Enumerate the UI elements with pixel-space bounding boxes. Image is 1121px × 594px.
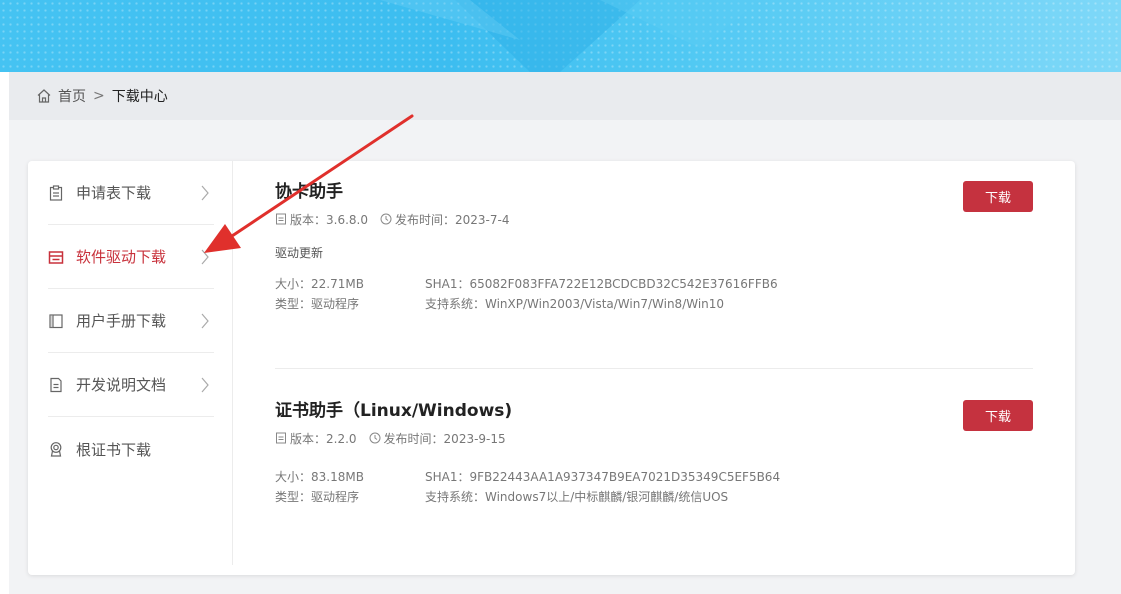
download-meta: 版本：3.6.8.0 发布时间：2023-7-4 (275, 210, 1033, 228)
size-text: 大小：22.71MB (275, 277, 364, 291)
chevron-right-icon (201, 313, 209, 328)
chevron-right-icon (201, 249, 209, 264)
clipboard-icon (49, 184, 63, 201)
sidebar-item-dev-docs[interactable]: 开发说明文档 (48, 353, 214, 417)
download-meta: 版本：2.2.0 发布时间：2023-9-15 (275, 429, 1033, 447)
sidebar-item-label: 用户手册下载 (76, 312, 167, 330)
sha1-text: SHA1：65082F083FFA722E12BCDCBD32C542E3761… (425, 277, 778, 291)
book-icon (49, 313, 63, 328)
breadcrumb-bar: 首页 > 下载中心 (9, 72, 1121, 120)
release-date-text: 发布时间：2023-7-4 (394, 212, 510, 227)
sidebar-item-software-drivers[interactable]: 软件驱动下载 (48, 225, 214, 289)
download-title: 协卡助手 (275, 182, 343, 202)
supported-systems-text: 支持系统：Windows7以上/中标麒麟/银河麒麟/统信UOS (425, 490, 729, 504)
spec-row: 类型：驱动程序 支持系统：WinXP/Win2003/Vista/Win7/Wi… (275, 294, 1033, 314)
sidebar-item-label: 开发说明文档 (76, 376, 167, 394)
home-icon[interactable] (36, 88, 52, 104)
sha1-text: SHA1：9FB22443AA1A937347B9EA7021D35349C5E… (425, 470, 781, 484)
download-center-card: 申请表下载 软件驱动下载 用户手册下载 开发说明文档 根证书下载 协卡助手 版本… (28, 161, 1075, 575)
file-icon (276, 432, 286, 444)
download-item: 证书助手（Linux/Windows) 版本：2.2.0 发布时间：2023-9… (275, 399, 1033, 507)
spec-row: 大小：83.18MB SHA1：9FB22443AA1A937347B9EA70… (275, 467, 1033, 487)
sidebar-item-label: 软件驱动下载 (76, 248, 167, 266)
size-text: 大小：83.18MB (275, 470, 364, 484)
printer-icon (48, 250, 64, 264)
clock-icon (369, 432, 381, 444)
sidebar-item-label: 根证书下载 (76, 440, 152, 459)
sidebar-item-application-forms[interactable]: 申请表下载 (48, 161, 214, 225)
sidebar-item-user-manuals[interactable]: 用户手册下载 (48, 289, 214, 353)
file-icon (276, 213, 286, 225)
badge-icon (50, 442, 62, 457)
breadcrumb-separator: > (93, 88, 105, 104)
version-text: 版本：2.2.0 (290, 431, 357, 446)
download-subtitle: 驱动更新 (275, 246, 324, 260)
breadcrumb-current: 下载中心 (111, 89, 168, 105)
breadcrumb-home-link[interactable]: 首页 (58, 86, 86, 106)
sidebar: 申请表下载 软件驱动下载 用户手册下载 开发说明文档 根证书下载 (28, 161, 233, 565)
sidebar-item-label: 申请表下载 (76, 184, 152, 202)
download-button[interactable]: 下载 (963, 400, 1033, 431)
banner-decoration (380, 0, 760, 72)
clock-icon (380, 213, 392, 225)
download-title: 证书助手（Linux/Windows) (275, 401, 513, 421)
download-item: 协卡助手 版本：3.6.8.0 发布时间：2023-7-4 驱动更新 大小：22… (275, 180, 1033, 314)
supported-systems-text: 支持系统：WinXP/Win2003/Vista/Win7/Win8/Win10 (425, 297, 725, 311)
item-divider (275, 368, 1033, 369)
download-button[interactable]: 下载 (963, 181, 1033, 212)
type-text: 类型：驱动程序 (275, 297, 360, 311)
header-banner (0, 0, 1121, 72)
version-text: 版本：3.6.8.0 (290, 212, 368, 227)
document-icon (50, 377, 62, 392)
spec-row: 类型：驱动程序 支持系统：Windows7以上/中标麒麟/银河麒麟/统信UOS (275, 487, 1033, 507)
spec-row: 大小：22.71MB SHA1：65082F083FFA722E12BCDCBD… (275, 274, 1033, 294)
chevron-right-icon (201, 377, 209, 392)
chevron-right-icon (201, 185, 209, 200)
type-text: 类型：驱动程序 (275, 490, 360, 504)
breadcrumb: 首页 > 下载中心 (36, 86, 168, 106)
sidebar-item-root-cert[interactable]: 根证书下载 (48, 417, 214, 481)
release-date-text: 发布时间：2023-9-15 (383, 431, 506, 446)
